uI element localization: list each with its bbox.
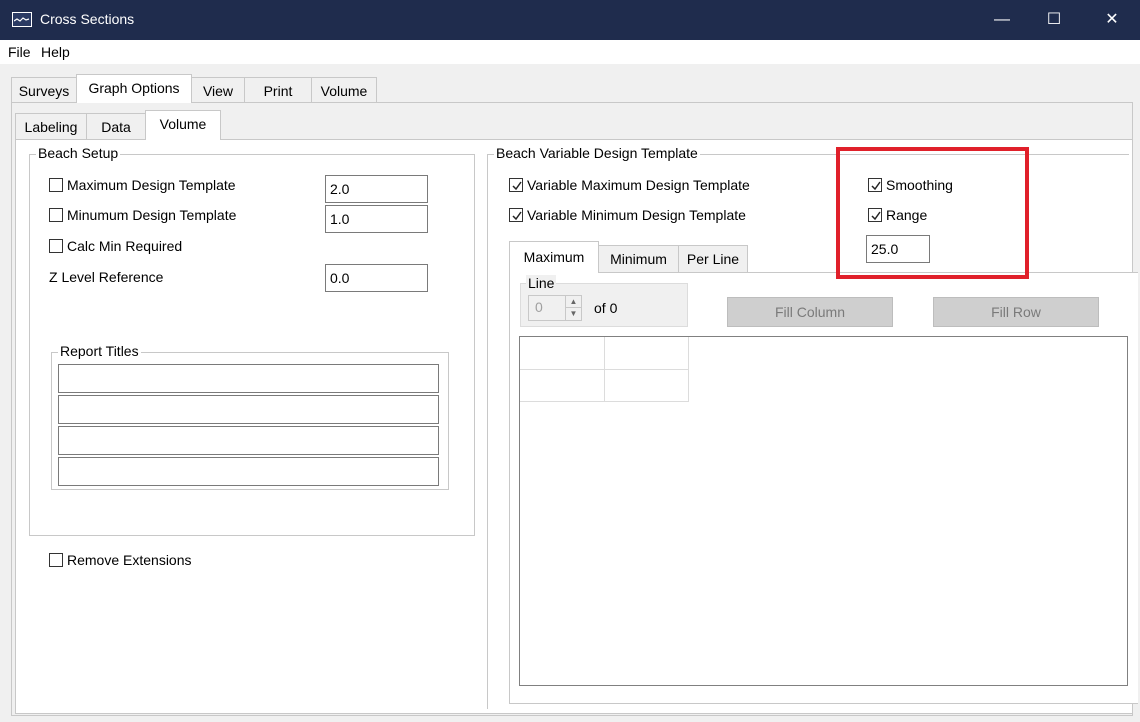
- checkbox-box-checked[interactable]: [509, 208, 523, 222]
- checkbox-box[interactable]: [49, 208, 63, 222]
- line-spinner-value: 0: [535, 299, 543, 315]
- grid-cell[interactable]: [605, 370, 689, 402]
- maximize-button[interactable]: ☐: [1028, 0, 1080, 40]
- min-design-template-label: Minumum Design Template: [67, 207, 237, 223]
- remove-extensions-checkbox[interactable]: Remove Extensions: [49, 550, 192, 570]
- line-of-count: of 0: [594, 300, 618, 316]
- menu-file[interactable]: File: [8, 44, 31, 60]
- tab-labeling[interactable]: Labeling: [15, 113, 87, 139]
- menu-help[interactable]: Help: [41, 44, 70, 60]
- checkbox-box-checked[interactable]: [509, 178, 523, 192]
- spinner-up-icon[interactable]: ▲: [565, 296, 581, 308]
- tab-print[interactable]: Print: [244, 77, 312, 103]
- tab-surveys[interactable]: Surveys: [11, 77, 77, 103]
- min-design-template-checkbox[interactable]: Minumum Design Template: [49, 205, 236, 225]
- variable-max-design-template-label: Variable Maximum Design Template: [527, 177, 750, 193]
- report-title-input-3[interactable]: [58, 426, 439, 455]
- min-design-template-input[interactable]: [325, 205, 428, 233]
- tab-data[interactable]: Data: [86, 113, 146, 139]
- window-title: Cross Sections: [40, 11, 135, 27]
- minimize-button[interactable]: —: [976, 0, 1028, 40]
- fill-column-button[interactable]: Fill Column: [727, 297, 893, 327]
- variable-design-template-legend: Beach Variable Design Template: [494, 145, 700, 161]
- variable-max-design-template-checkbox[interactable]: Variable Maximum Design Template: [509, 175, 750, 195]
- report-title-input-1[interactable]: [58, 364, 439, 393]
- remove-extensions-label: Remove Extensions: [67, 552, 192, 568]
- title-bar: Cross Sections — ☐ ✕: [0, 0, 1140, 40]
- z-level-reference-input[interactable]: [325, 264, 428, 292]
- close-button[interactable]: ✕: [1086, 0, 1138, 40]
- checkbox-box[interactable]: [49, 178, 63, 192]
- grid-cell[interactable]: [605, 337, 689, 370]
- checkbox-box[interactable]: [49, 239, 63, 253]
- calc-min-required-label: Calc Min Required: [67, 238, 183, 254]
- grid-cell[interactable]: [520, 370, 605, 402]
- max-design-template-input[interactable]: [325, 175, 428, 203]
- report-titles-legend: Report Titles: [58, 343, 141, 359]
- report-title-input-4[interactable]: [58, 457, 439, 486]
- tab-volume[interactable]: Volume: [145, 110, 221, 140]
- line-spinner[interactable]: 0 ▲ ▼: [528, 295, 582, 321]
- z-level-reference-label: Z Level Reference: [49, 269, 164, 285]
- spinner-down-icon[interactable]: ▼: [565, 308, 581, 320]
- report-title-input-2[interactable]: [58, 395, 439, 424]
- menu-bar: File Help: [0, 40, 1140, 64]
- tab-volume-main[interactable]: Volume: [311, 77, 377, 103]
- checkbox-box[interactable]: [49, 553, 63, 567]
- calc-min-required-checkbox[interactable]: Calc Min Required: [49, 236, 182, 256]
- tab-maximum[interactable]: Maximum: [509, 241, 599, 273]
- tab-per-line[interactable]: Per Line: [678, 245, 748, 272]
- grid-cell[interactable]: [520, 337, 605, 370]
- fill-row-button[interactable]: Fill Row: [933, 297, 1099, 327]
- line-legend: Line: [526, 275, 557, 291]
- max-design-template-label: Maximum Design Template: [67, 177, 236, 193]
- tab-graph-options[interactable]: Graph Options: [76, 74, 192, 103]
- variable-min-design-template-label: Variable Minimum Design Template: [527, 207, 746, 223]
- beach-setup-legend: Beach Setup: [36, 145, 121, 161]
- variable-min-design-template-checkbox[interactable]: Variable Minimum Design Template: [509, 205, 746, 225]
- max-design-template-checkbox[interactable]: Maximum Design Template: [49, 175, 236, 195]
- tab-view[interactable]: View: [191, 77, 245, 103]
- tab-minimum[interactable]: Minimum: [598, 245, 679, 272]
- highlight-box: [836, 147, 1029, 279]
- design-template-grid[interactable]: [519, 336, 1128, 686]
- app-icon: [12, 12, 32, 27]
